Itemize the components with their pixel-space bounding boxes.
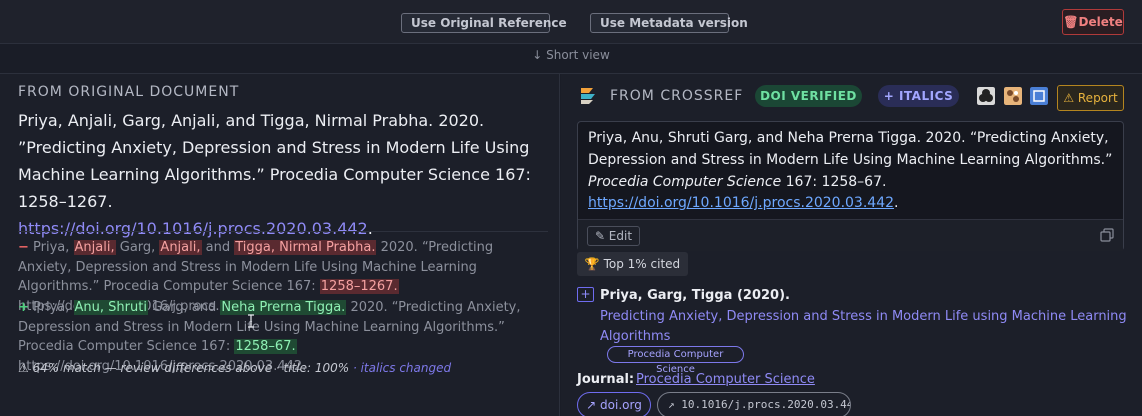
minus-icon: −: [18, 240, 29, 255]
top-toolbar: Use Original Reference Use Metadata vers…: [0, 0, 1142, 44]
expand-toggle-icon[interactable]: +: [577, 287, 594, 302]
scholar-icon[interactable]: [1030, 87, 1048, 105]
doi-org-link-button[interactable]: ↗ doi.org: [577, 392, 651, 416]
divider: [18, 231, 548, 232]
italics-changed-note: · italics changed: [349, 361, 452, 375]
plus-icon: +: [18, 300, 29, 315]
added-text: Anu, Shruti: [73, 300, 148, 315]
crossref-doi-link[interactable]: https://doi.org/10.1016/j.procs.2020.03.…: [588, 195, 894, 211]
italics-badge: + ITALICS: [878, 85, 959, 107]
delete-label: Delete: [1078, 15, 1123, 29]
short-view-toggle[interactable]: ↓ Short view: [0, 44, 1142, 68]
top-cited-badge: 🏆 Top 1% cited: [577, 252, 688, 276]
original-citation: Priya, Anjali, Garg, Anjali, and Tigga, …: [18, 111, 531, 211]
journal-label: Journal:: [577, 372, 635, 387]
match-summary: ⚠ 64% match — review differences above ·…: [18, 361, 452, 375]
doi-verified-badge: DOI VERIFIED: [755, 85, 862, 107]
use-metadata-version-button[interactable]: Use Metadata version: [590, 13, 748, 33]
added-text: 1258–67.: [234, 339, 297, 354]
trash-icon: 🗑: [1063, 15, 1079, 29]
delete-button[interactable]: 🗑Delete: [1062, 9, 1124, 35]
journal-link[interactable]: Procedia Computer Science: [636, 372, 815, 387]
crossref-box-footer: ✎ Edit: [578, 219, 1123, 251]
journal-italic: Procedia Computer Science: [588, 173, 782, 190]
tile-icon[interactable]: [1004, 87, 1022, 105]
report-button[interactable]: ⚠ Report: [1057, 85, 1124, 111]
original-doi-link[interactable]: https://doi.org/10.1016/j.procs.2020.03.…: [18, 219, 368, 238]
removed-text: Tigga, Nirmal Prabha.: [234, 240, 377, 255]
doi-id-link-button[interactable]: ↗ 10.1016/j.procs.2020.03.442: [657, 392, 851, 416]
crossref-reference-box: Priya, Anu, Shruti Garg, and Neha Prerna…: [577, 121, 1124, 251]
crossref-citation: Priya, Anu, Shruti Garg, and Neha Prerna…: [588, 130, 1113, 212]
reference-title-link[interactable]: Predicting Anxiety, Depression and Stres…: [600, 307, 1130, 346]
original-section-title: FROM ORIGINAL DOCUMENT: [18, 84, 240, 100]
biohazard-icon[interactable]: [977, 87, 995, 105]
crossref-panel: FROM CROSSREF DOI VERIFIED + ITALICS ⚠ R…: [561, 74, 1142, 416]
original-reference-text: Priya, Anjali, Garg, Anjali, and Tigga, …: [18, 111, 531, 238]
crossref-section-title: FROM CROSSREF: [610, 88, 744, 104]
reference-authors-year: Priya, Garg, Tigga (2020).: [600, 288, 790, 303]
removed-text: Anjali,: [73, 240, 116, 255]
use-original-reference-button[interactable]: Use Original Reference: [401, 13, 567, 33]
added-text: Neha Prerna Tigga.: [220, 300, 347, 315]
copy-icon[interactable]: [1100, 228, 1114, 242]
edit-button[interactable]: ✎ Edit: [587, 226, 640, 246]
original-panel: FROM ORIGINAL DOCUMENT Priya, Anjali, Ga…: [0, 74, 560, 416]
removed-text: Anjali,: [159, 240, 202, 255]
removed-text: 1258–1267.: [319, 279, 399, 294]
journal-tag: Procedia Computer Science: [607, 346, 744, 375]
crossref-logo-icon: [581, 88, 595, 104]
text-cursor-icon: [248, 314, 254, 328]
